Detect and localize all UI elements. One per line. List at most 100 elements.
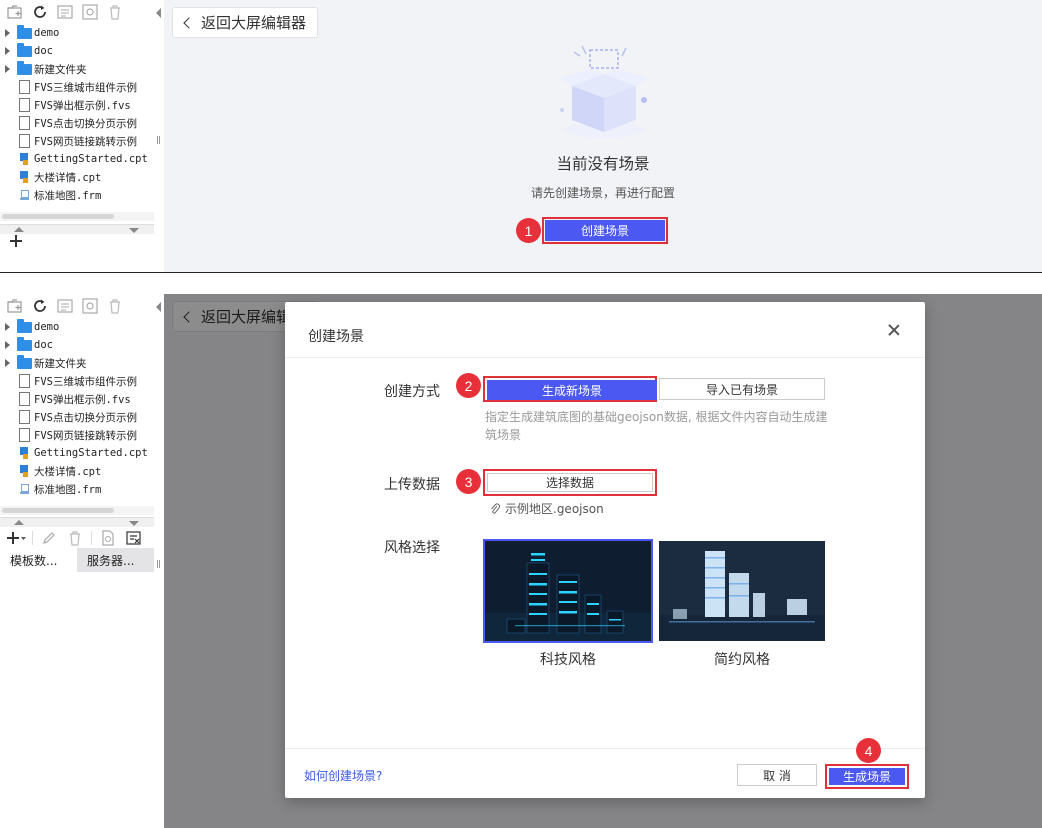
tree-item-folder[interactable]: 新建文件夹 (0, 354, 154, 372)
tree-item-label: GettingStarted.cpt (34, 447, 148, 459)
tree-item-folder[interactable]: demo (0, 318, 154, 336)
delete-icon[interactable] (106, 297, 124, 315)
file-icon (18, 116, 30, 130)
expand-arrow-icon[interactable] (0, 65, 14, 73)
simple-style-card[interactable] (659, 541, 825, 641)
tree-item-folder[interactable]: doc (0, 336, 154, 354)
collapse-down-icon[interactable] (129, 228, 139, 233)
report-icon[interactable] (56, 3, 74, 21)
tree-item-file[interactable]: 大楼详情.cpt (0, 168, 154, 186)
back-to-editor-button[interactable]: 返回大屏编辑器 (172, 7, 319, 38)
tree-item-file[interactable]: GettingStarted.cpt (0, 444, 154, 462)
generate-scene-button[interactable]: 生成场景 (829, 768, 905, 785)
create-method-label: 创建方式 (384, 384, 440, 400)
dialog-title: 创建场景 (308, 329, 364, 345)
file-icon (18, 392, 30, 406)
choose-data-button[interactable]: 选择数据 (487, 473, 653, 492)
settings-gear-icon[interactable] (81, 297, 99, 315)
expand-arrow-icon[interactable] (0, 47, 14, 55)
file-name: 示例地区.geojson (505, 502, 604, 516)
collapse-left-icon[interactable] (156, 8, 161, 18)
splitter-bar[interactable] (0, 517, 154, 527)
tree-item-file[interactable]: FVS弹出框示例.fvs (0, 96, 154, 114)
empty-box-illustration (560, 45, 648, 138)
tree-item-label: demo (34, 321, 60, 333)
expand-arrow-icon[interactable] (0, 359, 14, 367)
editor-view-create-dialog: demo doc 新建文件夹 FVS三维城市组件示例 FVS弹出框示例.fvs … (0, 294, 1042, 828)
tree-item-file[interactable]: FVS网页链接跳转示例 (0, 132, 154, 150)
highlight-frame: 选择数据 (483, 469, 657, 496)
tree-item-file[interactable]: FVS三维城市组件示例 (0, 78, 154, 96)
cancel-button[interactable]: 取 消 (737, 764, 817, 786)
preview-icon[interactable] (98, 529, 118, 547)
sidebar-collapse-handle[interactable] (154, 294, 164, 828)
tree-item-file[interactable]: 标准地图.frm (0, 480, 154, 498)
settings-gear-icon[interactable] (81, 3, 99, 21)
refresh-icon[interactable] (31, 3, 49, 21)
delete-icon[interactable] (65, 529, 85, 547)
highlight-frame: 生成场景 (825, 764, 909, 789)
edit-icon[interactable] (39, 529, 59, 547)
collapse-up-icon[interactable] (14, 520, 24, 525)
tech-style-name: 科技风格 (540, 652, 596, 668)
tree-item-label: 新建文件夹 (34, 63, 87, 76)
panel-divider (0, 272, 1042, 273)
expand-arrow-icon[interactable] (0, 29, 14, 37)
how-to-create-scene-link[interactable]: 如何创建场景? (304, 767, 382, 784)
cpt-file-icon (18, 152, 30, 166)
file-tree-sidebar: demo doc 新建文件夹 FVS三维城市组件示例 FVS弹出框示例.fvs … (0, 294, 154, 828)
add-icon[interactable] (6, 234, 26, 248)
generate-new-scene-option[interactable]: 生成新场景 (487, 380, 657, 400)
tree-item-label: 新建文件夹 (34, 357, 87, 370)
tab-server[interactable]: 服务器... (77, 548, 154, 572)
highlight-frame: 生成新场景 (483, 376, 657, 402)
report-icon[interactable] (56, 297, 74, 315)
tree-item-file[interactable]: 标准地图.frm (0, 186, 154, 204)
tech-style-card[interactable] (483, 539, 653, 643)
create-method-hint: 指定生成建筑底图的基础geojson数据, 根据文件内容自动生成建筑场景 (485, 410, 828, 442)
tech-style-thumbnail (485, 541, 651, 641)
refresh-icon[interactable] (31, 297, 49, 315)
tree-item-file[interactable]: 大楼详情.cpt (0, 462, 154, 480)
expand-arrow-icon[interactable] (0, 323, 14, 331)
empty-state-title: 当前没有场景 (556, 155, 650, 173)
tree-item-folder[interactable]: demo (0, 24, 154, 42)
tree-item-file[interactable]: FVS网页链接跳转示例 (0, 426, 154, 444)
tab-template-data[interactable]: 模板数... (0, 548, 77, 572)
highlight-frame: 创建场景 (542, 217, 668, 244)
splitter-bar[interactable] (0, 224, 154, 234)
new-folder-icon[interactable] (6, 297, 24, 315)
collapse-up-icon[interactable] (14, 227, 24, 232)
tree-item-file[interactable]: FVS点击切换分页示例 (0, 114, 154, 132)
collapse-down-icon[interactable] (129, 521, 139, 526)
create-scene-button[interactable]: 创建场景 (545, 220, 665, 241)
file-icon (18, 98, 30, 112)
uploaded-file: 示例地区.geojson (490, 500, 604, 517)
tree-item-label: FVS网页链接跳转示例 (34, 429, 137, 442)
tree-item-file[interactable]: FVS三维城市组件示例 (0, 372, 154, 390)
tree-item-label: demo (34, 27, 60, 39)
cpt-file-icon (18, 446, 30, 460)
add-icon[interactable] (6, 529, 26, 547)
tree-item-label: FVS弹出框示例.fvs (34, 99, 131, 112)
style-select-label: 风格选择 (384, 540, 440, 556)
import-existing-scene-option[interactable]: 导入已有场景 (659, 378, 825, 400)
tree-item-file[interactable]: GettingStarted.cpt (0, 150, 154, 168)
horizontal-scrollbar[interactable] (0, 212, 154, 221)
sidebar-toolbar (0, 0, 154, 24)
collapse-left-icon[interactable] (156, 302, 161, 312)
sidebar-collapse-handle[interactable] (154, 0, 164, 272)
tree-item-label: FVS点击切换分页示例 (34, 411, 137, 424)
expand-arrow-icon[interactable] (0, 341, 14, 349)
file-icon (18, 134, 30, 148)
delete-icon[interactable] (106, 3, 124, 21)
tree-item-file[interactable]: FVS点击切换分页示例 (0, 408, 154, 426)
horizontal-scrollbar[interactable] (0, 506, 154, 515)
tree-item-folder[interactable]: 新建文件夹 (0, 60, 154, 78)
tree-item-folder[interactable]: doc (0, 42, 154, 60)
empty-state-subtitle: 请先创建场景，再进行配置 (530, 186, 675, 200)
tree-item-file[interactable]: FVS弹出框示例.fvs (0, 390, 154, 408)
close-icon[interactable] (887, 323, 901, 337)
clear-icon[interactable] (124, 529, 144, 547)
new-folder-icon[interactable] (6, 3, 24, 21)
